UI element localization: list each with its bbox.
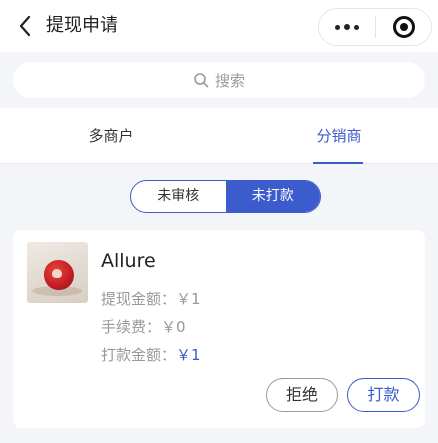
payment-amount-value: ￥1 (176, 346, 201, 364)
withdraw-amount-value: ￥1 (176, 290, 201, 308)
payment-amount-row: 打款金额：￥1 (101, 344, 201, 365)
status-filter-area: 未审核 未打款 (0, 165, 438, 223)
withdrawal-card: Allure 提现金额：￥1 手续费：￥0 打款金额：￥1 拒绝 打款 (13, 230, 425, 428)
tab-distributor[interactable]: 分销商 (288, 108, 390, 164)
mini-program-capsule (318, 8, 432, 46)
close-icon[interactable] (376, 9, 431, 45)
tab-active-indicator (313, 162, 363, 164)
page-title: 提现申请 (46, 15, 118, 36)
avatar (27, 242, 88, 303)
fee-row: 手续费：￥0 (101, 316, 186, 337)
search-area: 搜索 (0, 52, 438, 108)
search-placeholder: 搜索 (214, 71, 245, 90)
segment-unreviewed[interactable]: 未审核 (131, 181, 226, 212)
more-icon[interactable] (319, 9, 375, 45)
user-name: Allure (101, 250, 156, 272)
tab-multi-merchant[interactable]: 多商户 (60, 108, 162, 164)
payment-amount-label: 打款金额： (101, 346, 177, 364)
segment-unpaid[interactable]: 未打款 (225, 181, 320, 212)
reject-button[interactable]: 拒绝 (266, 378, 338, 412)
fee-label: 手续费： (101, 318, 162, 336)
back-arrow-icon[interactable] (12, 12, 38, 40)
search-input[interactable]: 搜索 (13, 62, 425, 98)
withdraw-amount-row: 提现金额：￥1 (101, 288, 201, 309)
withdraw-amount-label: 提现金额： (101, 290, 177, 308)
search-icon (194, 73, 209, 88)
nav-bar: 提现申请 (0, 0, 438, 52)
fee-value: ￥0 (161, 318, 186, 336)
pay-button[interactable]: 打款 (347, 378, 420, 412)
status-segmented-control: 未审核 未打款 (130, 180, 321, 213)
tab-bar: 多商户 分销商 (0, 108, 438, 164)
